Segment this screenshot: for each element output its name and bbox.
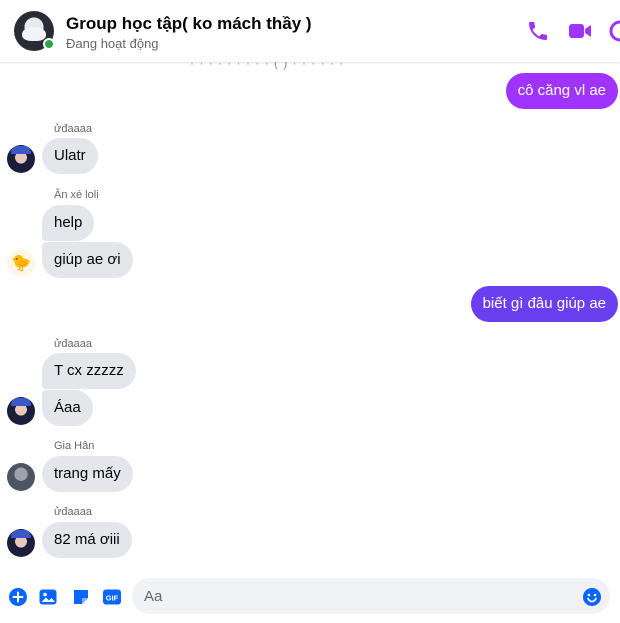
sender-name: Gia Hân [54, 440, 95, 452]
message-bubble-incoming[interactable]: trang mấy [42, 456, 133, 492]
sticker-icon[interactable] [71, 587, 91, 607]
group-avatar[interactable] [14, 11, 55, 51]
message-input[interactable] [132, 578, 610, 614]
message-bubble-outgoing[interactable]: cô căng vl ae [505, 73, 618, 109]
message-bubble-incoming[interactable]: help [42, 205, 95, 241]
online-status-dot [43, 38, 55, 50]
active-status: Đang hoạt động [66, 36, 159, 51]
chat-header: Group học tập( ko mách thầy ) Đang hoạt … [0, 0, 620, 62]
avatar[interactable] [7, 463, 35, 491]
message-bubble-incoming[interactable]: Ulatr [42, 138, 98, 174]
gif-label: GIF [106, 594, 119, 603]
video-icon[interactable] [568, 19, 592, 43]
gif-icon[interactable]: GIF [102, 587, 122, 607]
message-bubble-outgoing[interactable]: biết gì đâu giúp ae [470, 286, 618, 322]
message-bubble-incoming[interactable]: Áaa [42, 390, 93, 426]
sender-name: Ăn xé loli [54, 189, 99, 201]
sender-name: ửđaaaa [54, 506, 92, 518]
message-bubble-incoming[interactable]: T cx zzzzz [42, 353, 136, 389]
message-bubble-incoming[interactable]: 82 má ơiii [42, 522, 132, 558]
cutoff-text: · · · · · · · · · ( ) · · · · · · [190, 62, 345, 70]
message-composer: GIF [0, 569, 620, 623]
avatar[interactable]: 🐤 [7, 249, 35, 277]
emoji-icon[interactable] [582, 587, 602, 607]
phone-icon[interactable] [526, 19, 550, 43]
image-icon[interactable] [38, 587, 58, 607]
avatar[interactable] [7, 397, 35, 425]
message-thread[interactable]: · · · · · · · · · ( ) · · · · · · cô căn… [0, 62, 620, 569]
sender-name: ửđaaaa [54, 338, 92, 350]
plus-circle-icon[interactable] [8, 587, 28, 607]
avatar[interactable] [7, 529, 35, 557]
avatar[interactable] [7, 145, 35, 173]
info-icon[interactable] [608, 19, 620, 43]
group-title[interactable]: Group học tập( ko mách thầy ) [66, 14, 312, 34]
message-bubble-incoming[interactable]: giúp ae ơi [42, 242, 133, 278]
sender-name: ửđaaaa [54, 123, 92, 135]
